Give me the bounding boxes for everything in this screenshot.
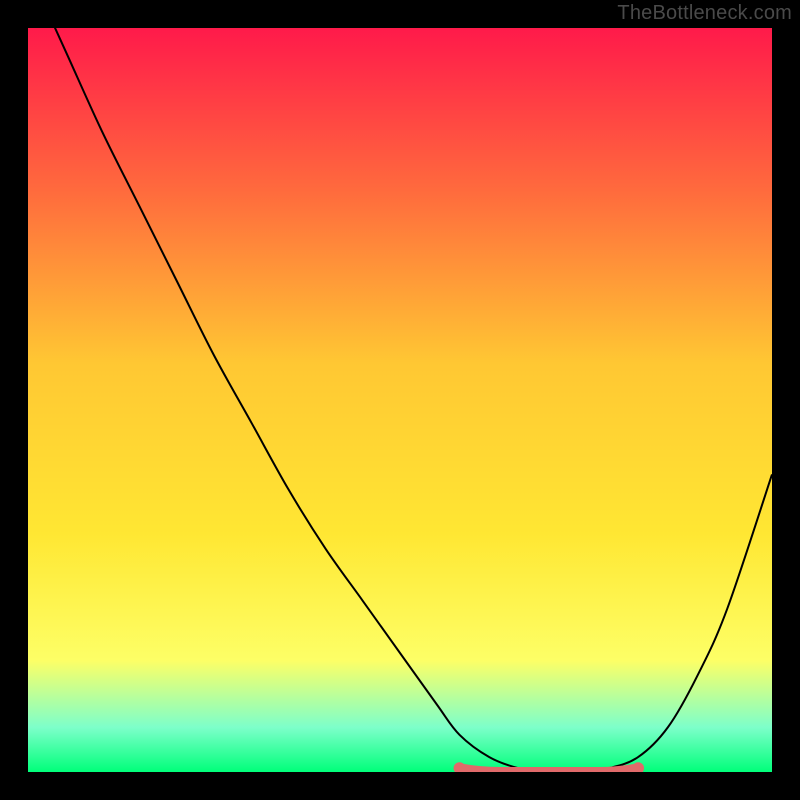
watermark-text: TheBottleneck.com (617, 2, 792, 25)
chart-frame: TheBottleneck.com (0, 0, 800, 800)
optimal-range-highlight (460, 768, 639, 772)
plot-area (28, 28, 772, 772)
chart-svg (28, 28, 772, 772)
gradient-background (28, 28, 772, 772)
